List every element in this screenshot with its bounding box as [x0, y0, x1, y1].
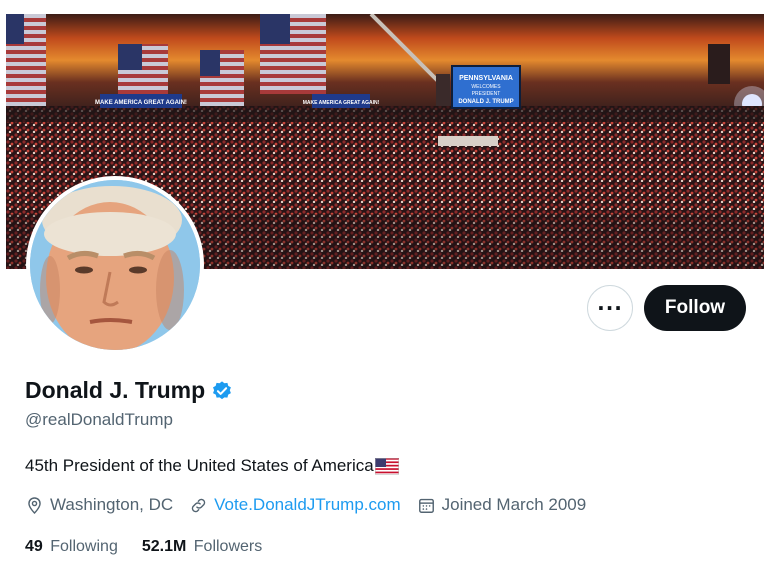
location-pin-icon [28, 496, 41, 514]
profile-location: Washington, DC [25, 495, 173, 515]
follow-button[interactable]: Follow [644, 285, 746, 331]
website-link[interactable]: Vote.DonaldJTrump.com [214, 495, 400, 515]
followers-label: Followers [193, 538, 263, 555]
sign-sub-text: WELCOMES [471, 84, 501, 90]
banner-mid-text: MAKE AMERICA GREAT AGAIN! [303, 100, 380, 106]
verified-badge-icon[interactable] [211, 380, 233, 402]
location-text: Washington, DC [50, 495, 174, 514]
profile-website[interactable]: Vote.DonaldJTrump.com [189, 495, 401, 515]
profile-stats: 49 Following 52.1M Followers [25, 538, 286, 556]
profile-avatar[interactable] [26, 176, 204, 354]
more-options-button[interactable]: ··· [587, 285, 633, 331]
profile-meta-row: Washington, DC Vote.DonaldJTrump.com Joi… [25, 495, 602, 515]
following-count: 49 [25, 538, 43, 555]
link-icon [191, 498, 206, 512]
profile-handle: @realDonaldTrump [25, 410, 173, 429]
following-label: Following [50, 538, 118, 555]
following-stat[interactable]: 49 Following [25, 538, 118, 556]
followers-count: 52.1M [141, 538, 187, 555]
sign-sub2-text: PRESIDENT [472, 91, 501, 97]
profile-bio-text: 45th President of the United States of A… [25, 456, 374, 475]
profile-name: Donald J. Trump [25, 377, 206, 403]
profile-joined: Joined March 2009 [417, 495, 587, 515]
avatar-portrait-photo [30, 180, 200, 350]
joined-text: Joined March 2009 [441, 495, 587, 514]
sign-main-text: PENNSYLVANIA [459, 75, 513, 82]
followers-stat[interactable]: 52.1M Followers [142, 538, 262, 556]
profile-bio: 45th President of the United States of A… [25, 456, 399, 476]
sign-name-text: DONALD J. TRUMP [458, 99, 513, 105]
banner-left-text: MAKE AMERICA GREAT AGAIN! [95, 100, 187, 106]
profile-name-row: Donald J. Trump [25, 377, 233, 404]
calendar-icon [418, 498, 434, 513]
us-flag-icon [374, 457, 399, 475]
